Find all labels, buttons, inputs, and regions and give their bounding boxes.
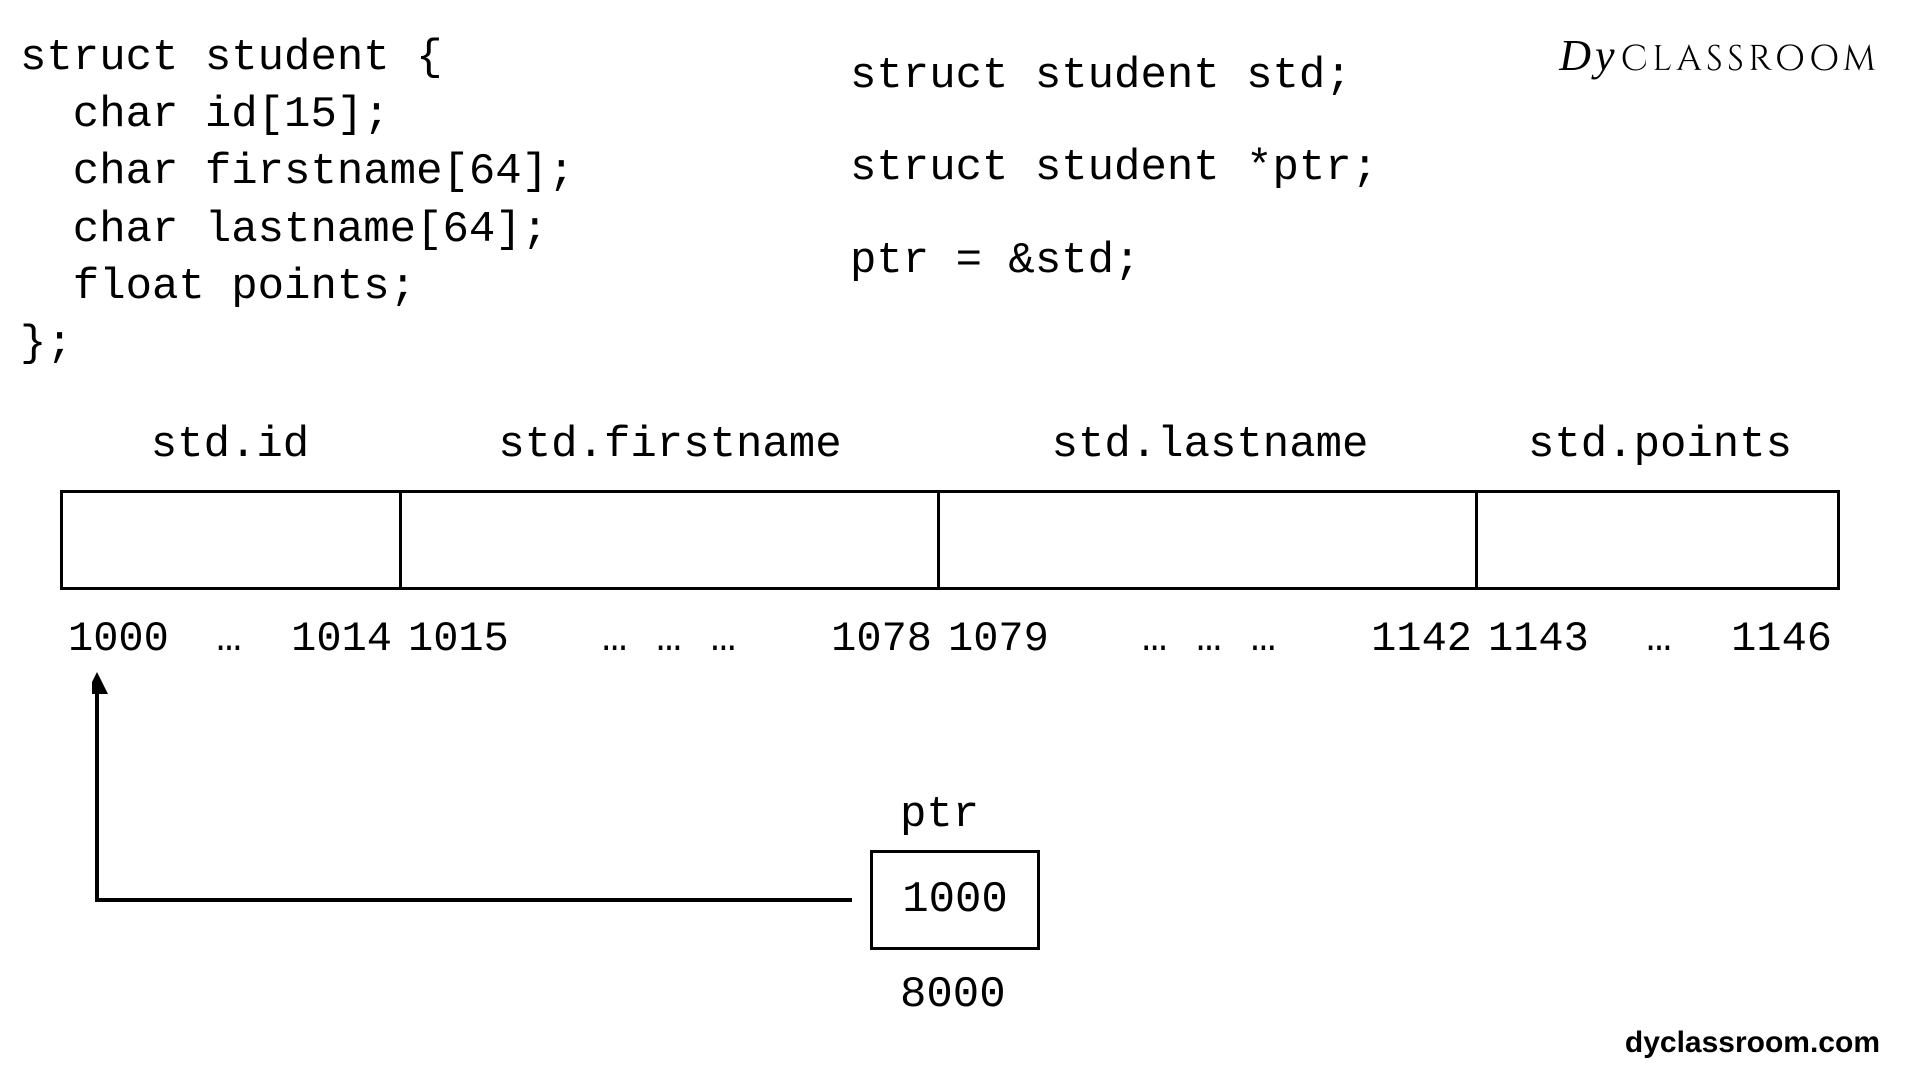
addr-pts-start: 1143 xyxy=(1488,615,1589,663)
addr-id-start: 1000 xyxy=(68,615,169,663)
addr-id-end: 1014 xyxy=(291,615,392,663)
brand-logo: DyCLASSROOM xyxy=(1559,30,1880,84)
addr-ln-start: 1079 xyxy=(948,615,1049,663)
memory-layout xyxy=(60,490,1840,590)
field-label-lastname: std.lastname xyxy=(940,420,1480,470)
memory-cell-firstname xyxy=(402,493,940,587)
pointer-label: ptr xyxy=(900,790,979,840)
pointer-arrow-icon xyxy=(92,672,852,905)
footer-url: dyclassroom.com xyxy=(1625,1026,1880,1060)
pointer-address: 8000 xyxy=(900,970,1006,1020)
addr-fn-end: 1078 xyxy=(831,615,932,663)
addr-fn-dots: … … … xyxy=(602,615,738,663)
field-label-points: std.points xyxy=(1480,420,1840,470)
field-label-firstname: std.firstname xyxy=(400,420,940,470)
address-labels: 1000 … 1014 1015 … … … 1078 1079 … … … 1… xyxy=(60,615,1840,663)
addr-fn-start: 1015 xyxy=(408,615,509,663)
memory-cell-points xyxy=(1478,493,1837,587)
addr-pts-end: 1146 xyxy=(1731,615,1832,663)
addr-pts-dots: … xyxy=(1646,615,1673,663)
memory-cell-lastname xyxy=(940,493,1478,587)
struct-field-labels: std.id std.firstname std.lastname std.po… xyxy=(60,420,1840,470)
field-label-id: std.id xyxy=(60,420,400,470)
logo-text: CLASSROOM xyxy=(1621,36,1881,84)
memory-cell-id xyxy=(63,493,402,587)
struct-definition-code: struct student { char id[15]; char first… xyxy=(20,30,575,373)
addr-ln-dots: … … … xyxy=(1142,615,1278,663)
logo-dy-icon: Dy xyxy=(1559,31,1618,80)
address-range-id: 1000 … 1014 xyxy=(60,615,400,663)
addr-ln-end: 1142 xyxy=(1371,615,1472,663)
struct-usage-code: struct student std; struct student *ptr;… xyxy=(850,30,1378,307)
address-range-lastname: 1079 … … … 1142 xyxy=(940,615,1480,663)
pointer-value-box: 1000 xyxy=(870,850,1040,950)
address-range-firstname: 1015 … … … 1078 xyxy=(400,615,940,663)
address-range-points: 1143 … 1146 xyxy=(1480,615,1840,663)
addr-id-dots: … xyxy=(216,615,243,663)
